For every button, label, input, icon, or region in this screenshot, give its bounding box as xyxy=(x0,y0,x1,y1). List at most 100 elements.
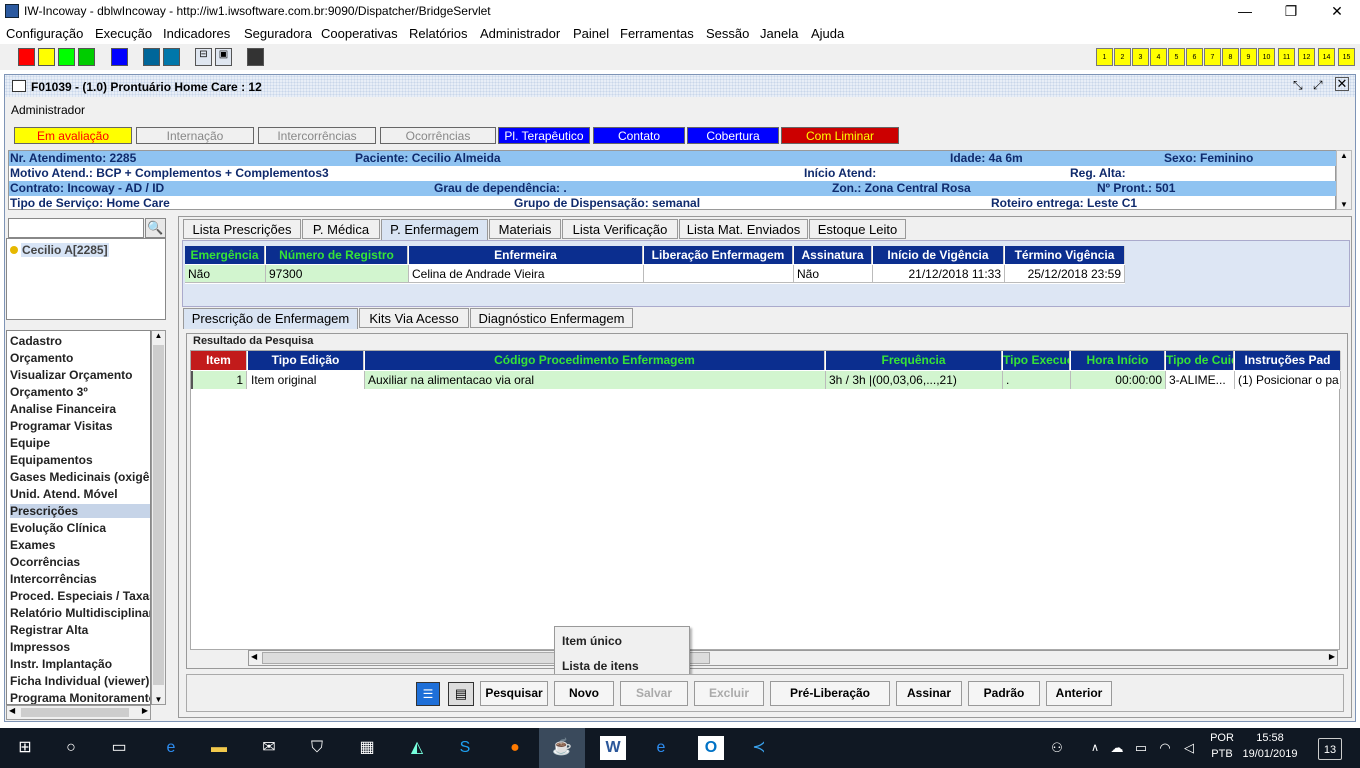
firefox-icon[interactable]: ● xyxy=(502,736,528,760)
menu-indicadores[interactable]: Indicadores xyxy=(163,26,230,41)
scroll-left-icon[interactable]: ◀ xyxy=(251,652,257,661)
pesquisar-button[interactable]: Pesquisar xyxy=(480,681,548,706)
shortcut-3[interactable]: 3 xyxy=(1132,48,1149,66)
color-button-green[interactable] xyxy=(58,48,75,66)
gc-hora-inicio[interactable]: 00:00:00 xyxy=(1071,371,1166,389)
status-com-liminar[interactable]: Com Liminar xyxy=(781,127,899,144)
menu-janela[interactable]: Janela xyxy=(760,26,798,41)
shortcut-14[interactable]: 14 xyxy=(1318,48,1335,66)
tab-lista-mat-enviados[interactable]: Lista Mat. Enviados xyxy=(679,219,808,239)
scroll-down-icon[interactable]: ▼ xyxy=(1337,200,1351,209)
color-button-black[interactable] xyxy=(247,48,264,66)
popup-lista-itens[interactable]: Lista de itens xyxy=(562,659,639,673)
menu-ajuda[interactable]: Ajuda xyxy=(811,26,844,41)
gc-item[interactable]: 1 xyxy=(191,371,247,389)
notification-center-icon[interactable]: 13 xyxy=(1318,738,1342,760)
side-menu-item[interactable]: Equipe xyxy=(10,436,150,450)
side-menu-item[interactable]: Unid. Atend. Móvel xyxy=(10,487,150,501)
status-contato[interactable]: Contato xyxy=(593,127,685,144)
clock[interactable]: 15:58 19/01/2019 xyxy=(1240,732,1300,760)
shortcut-5[interactable]: 5 xyxy=(1168,48,1185,66)
status-pl-terapeutico[interactable]: Pl. Terapêutico xyxy=(498,127,590,144)
assinar-button[interactable]: Assinar xyxy=(896,681,962,706)
app-icon-2[interactable]: ◭ xyxy=(404,736,430,760)
side-menu-item[interactable]: Orçamento 3º xyxy=(10,385,150,399)
wifi-icon[interactable]: ◠ xyxy=(1152,736,1178,760)
edge-icon[interactable]: e xyxy=(158,736,184,760)
scroll-down-icon[interactable]: ▼ xyxy=(152,695,165,704)
gh-tipo-cuidado[interactable]: Tipo de Cuid xyxy=(1166,351,1234,370)
side-menu-item[interactable]: Ficha Individual (viewer) xyxy=(10,674,150,688)
tree-view-icon[interactable]: ⊟ xyxy=(195,48,212,66)
shortcut-2[interactable]: 2 xyxy=(1114,48,1131,66)
menu-relatorios[interactable]: Relatórios xyxy=(409,26,468,41)
popup-item-unico[interactable]: Item único xyxy=(562,634,622,648)
cortana-icon[interactable]: ○ xyxy=(58,736,84,760)
network-app-icon[interactable]: ▦ xyxy=(354,736,380,760)
patient-search-input[interactable] xyxy=(8,218,144,238)
side-menu-item[interactable]: Ocorrências xyxy=(10,555,150,569)
frame-minimize-icon[interactable]: ⤡ xyxy=(1293,78,1303,93)
side-menu-item-selected[interactable]: Prescrições xyxy=(10,504,150,518)
color-button-red[interactable] xyxy=(18,48,35,66)
color-button-green-dark[interactable] xyxy=(78,48,95,66)
th-inicio-vigencia[interactable]: Início de Vigência xyxy=(873,246,1004,264)
th-liberacao[interactable]: Liberação Enfermagem xyxy=(644,246,793,264)
menu-painel[interactable]: Painel xyxy=(573,26,609,41)
td-enfermeira[interactable]: Celina de Andrade Vieira xyxy=(409,265,644,283)
status-ocorrencias[interactable]: Ocorrências xyxy=(380,127,496,144)
side-menu-item[interactable]: Gases Medicinais (oxigênio) xyxy=(10,470,150,484)
subtab-prescricao-enfermagem[interactable]: Prescrição de Enfermagem xyxy=(183,308,358,329)
gc-tipo-execucao[interactable]: . xyxy=(1003,371,1071,389)
status-cobertura[interactable]: Cobertura xyxy=(687,127,779,144)
window-icon[interactable]: ▣ xyxy=(215,48,232,66)
side-menu-item[interactable]: Proced. Especiais / Taxas xyxy=(10,589,150,603)
battery-icon[interactable]: ▭ xyxy=(1128,736,1154,760)
tab-lista-prescricoes[interactable]: Lista Prescrições xyxy=(183,219,301,239)
td-liberacao[interactable] xyxy=(644,265,794,283)
padrao-button[interactable]: Padrão xyxy=(968,681,1040,706)
scroll-up-icon[interactable]: ▲ xyxy=(152,331,165,340)
frame-close-icon[interactable]: ✕ xyxy=(1335,77,1349,91)
tab-p-medica[interactable]: P. Médica xyxy=(302,219,380,239)
internet-explorer-icon[interactable]: e xyxy=(648,736,674,760)
outlook-icon[interactable]: O xyxy=(698,736,724,760)
gh-tipo-execucao[interactable]: Tipo Execuç xyxy=(1003,351,1070,370)
tree-item-patient[interactable]: Cecilio A[2285] xyxy=(21,243,109,257)
side-menu-item[interactable]: Exames xyxy=(10,538,150,552)
scroll-thumb[interactable] xyxy=(153,345,164,685)
th-assinatura[interactable]: Assinatura xyxy=(794,246,872,264)
subtab-kits-via-acesso[interactable]: Kits Via Acesso xyxy=(359,308,469,328)
side-menu-item[interactable]: Cadastro xyxy=(10,334,150,348)
side-menu-hscrollbar[interactable]: ◀ ▶ xyxy=(6,705,151,720)
gc-tipo-edicao[interactable]: Item original xyxy=(248,371,365,389)
td-inicio-vigencia[interactable]: 21/12/2018 11:33 xyxy=(873,265,1005,283)
side-menu-item[interactable]: Visualizar Orçamento xyxy=(10,368,150,382)
shortcut-15[interactable]: 15 xyxy=(1338,48,1355,66)
menu-sessao[interactable]: Sessão xyxy=(706,26,749,41)
td-emergencia[interactable]: Não xyxy=(185,265,266,283)
shortcut-10[interactable]: 10 xyxy=(1258,48,1275,66)
scroll-left-icon[interactable]: ◀ xyxy=(9,706,15,715)
scroll-right-icon[interactable]: ▶ xyxy=(142,706,148,715)
search-icon[interactable]: 🔍 xyxy=(145,218,166,238)
gh-instrucoes[interactable]: Instruções Pad xyxy=(1235,351,1341,370)
th-emergencia[interactable]: Emergência xyxy=(185,246,265,264)
th-numero-registro[interactable]: Número de Registro xyxy=(266,246,408,264)
word-icon[interactable]: W xyxy=(600,736,626,760)
minimize-button[interactable]: — xyxy=(1222,0,1268,22)
novo-button[interactable]: Novo xyxy=(554,681,614,706)
tab-estoque-leito[interactable]: Estoque Leito xyxy=(809,219,906,239)
tab-materiais[interactable]: Materiais xyxy=(489,219,561,239)
people-icon[interactable]: ⚇ xyxy=(1044,736,1070,760)
side-menu-item[interactable]: Programa Monitoramento xyxy=(10,691,150,704)
menu-ferramentas[interactable]: Ferramentas xyxy=(620,26,694,41)
status-em-avaliacao[interactable]: Em avaliação xyxy=(14,127,132,144)
tab-p-enfermagem[interactable]: P. Enfermagem xyxy=(381,219,488,240)
close-button[interactable]: ✕ xyxy=(1314,0,1360,22)
td-numero-registro[interactable]: 97300 xyxy=(266,265,409,283)
shortcut-11[interactable]: 11 xyxy=(1278,48,1295,66)
side-menu-item[interactable]: Impressos xyxy=(10,640,150,654)
menu-execucao[interactable]: Execução xyxy=(95,26,152,41)
side-menu-item[interactable]: Intercorrências xyxy=(10,572,150,586)
